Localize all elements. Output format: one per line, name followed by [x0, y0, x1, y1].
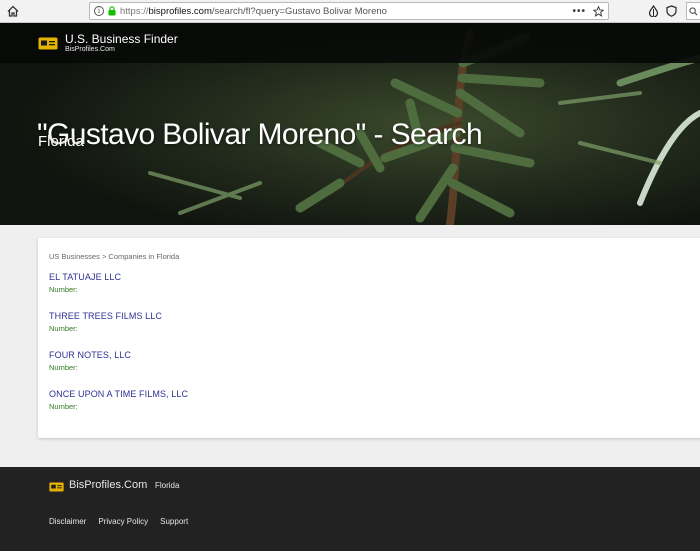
company-link[interactable]: FOUR NOTES, LLC	[49, 350, 131, 360]
results-card: US Businesses > Companies in Florida EL …	[38, 238, 700, 438]
footer-links: Disclaimer Privacy Policy Support	[49, 517, 188, 526]
list-item: FOUR NOTES, LLC Number:	[49, 350, 131, 372]
business-card-logo-icon[interactable]	[38, 37, 58, 50]
privacy-policy-link[interactable]: Privacy Policy	[98, 517, 148, 526]
site-header: U.S. Business Finder BisProfiles.Com	[0, 23, 700, 63]
company-number-label: Number:	[49, 285, 78, 294]
extension-droplet-icon[interactable]	[648, 5, 659, 17]
footer-state-link[interactable]: Florida	[155, 481, 179, 490]
company-number-label: Number:	[49, 402, 78, 411]
list-item: ONCE UPON A TIME FILMS, LLC Number:	[49, 389, 188, 411]
company-number-label: Number:	[49, 363, 78, 372]
shield-icon[interactable]	[666, 5, 677, 17]
company-link[interactable]: ONCE UPON A TIME FILMS, LLC	[49, 389, 188, 399]
bookmark-star-icon[interactable]	[593, 5, 604, 17]
breadcrumb[interactable]: US Businesses > Companies in Florida	[49, 252, 179, 261]
support-link[interactable]: Support	[160, 517, 188, 526]
url-actions: •••	[568, 3, 604, 19]
page-title: "Gustavo Bolivar Moreno" - Search	[37, 118, 483, 152]
url-path: /search/fl?query=Gustavo Bolivar Moreno	[211, 5, 387, 17]
company-link[interactable]: EL TATUAJE LLC	[49, 272, 121, 282]
toolbar-extensions	[648, 2, 677, 20]
disclaimer-link[interactable]: Disclaimer	[49, 517, 86, 526]
home-icon	[7, 5, 19, 17]
url-host: bisprofiles.com	[148, 5, 212, 17]
footer-brand-link[interactable]: BisProfiles.Com	[69, 479, 147, 491]
lock-icon[interactable]	[108, 6, 116, 16]
home-button[interactable]	[2, 0, 24, 23]
company-number-label: Number:	[49, 324, 78, 333]
site-footer: BisProfiles.Com Florida Disclaimer Priva…	[0, 467, 700, 551]
browser-toolbar: i https://bisprofiles.com/search/fl?quer…	[0, 0, 700, 23]
company-link[interactable]: THREE TREES FILMS LLC	[49, 311, 162, 321]
hero-banner: U.S. Business Finder BisProfiles.Com "Gu…	[0, 23, 700, 225]
browser-search-input[interactable]	[686, 2, 700, 20]
list-item: EL TATUAJE LLC Number:	[49, 272, 121, 294]
list-item: THREE TREES FILMS LLC Number:	[49, 311, 162, 333]
brand-name-link[interactable]: U.S. Business Finder	[65, 32, 178, 46]
url-protocol: https://	[120, 5, 149, 17]
brand-subtitle: BisProfiles.Com	[65, 46, 115, 53]
address-bar[interactable]: i https://bisprofiles.com/search/fl?quer…	[89, 2, 609, 20]
info-icon[interactable]: i	[94, 6, 104, 16]
search-icon	[689, 6, 698, 16]
page-actions-button[interactable]: •••	[572, 6, 586, 17]
business-card-logo-icon[interactable]	[49, 482, 64, 492]
page-subtitle: Florida	[38, 133, 84, 150]
